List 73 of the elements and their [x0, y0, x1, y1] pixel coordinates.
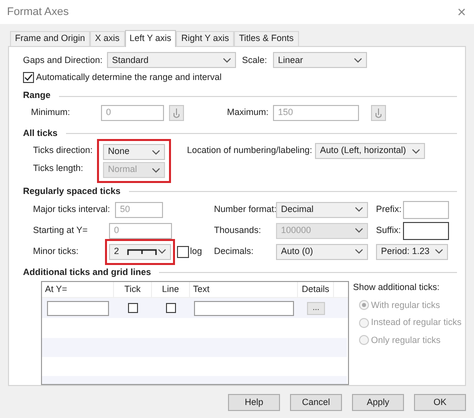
close-button[interactable]: × [457, 4, 467, 20]
checkbox-label: log [190, 244, 202, 258]
input-field[interactable] [403, 222, 450, 240]
radio-label: With regular ticks [371, 298, 440, 312]
dropdown[interactable]: Standard [107, 52, 236, 68]
tab[interactable]: Titles & Fonts [234, 31, 299, 46]
input-field[interactable] [194, 300, 294, 316]
field-label: Gaps and Direction: [23, 54, 103, 67]
field-label: Location of numbering/labeling: [187, 144, 312, 158]
field-label: Thousands: [214, 224, 262, 237]
chevron-icon [152, 168, 160, 172]
field-label: Suffix: [376, 224, 401, 237]
section-title: Regularly spaced ticks [23, 185, 121, 198]
group-label: Show additional ticks: [353, 281, 441, 294]
tab[interactable]: Frame and Origin [10, 31, 90, 46]
hook-icon [375, 108, 382, 119]
checkbox-label: Automatically determine the range and interval [36, 70, 222, 84]
input-field[interactable] [47, 300, 109, 316]
column-header: Details [298, 282, 334, 297]
window-title: Format Axes [7, 4, 69, 20]
field-label: Minimum: [31, 106, 70, 120]
chevron-icon [435, 249, 444, 254]
column-header: Tick [114, 282, 152, 297]
checkbox[interactable] [23, 72, 34, 83]
field-label: Prefix: [376, 202, 402, 216]
input-field[interactable] [403, 200, 450, 218]
chevron-icon [355, 207, 364, 212]
dropdown[interactable]: 2 [109, 244, 171, 260]
checkbox[interactable] [177, 246, 189, 258]
pick-button[interactable] [371, 105, 386, 122]
details-button[interactable]: ... [307, 302, 325, 314]
column-header: Text [190, 282, 298, 297]
dialog-button[interactable]: Help [228, 394, 280, 411]
field-label: Starting at Y= [33, 224, 88, 237]
dropdown[interactable]: Auto (Left, horizontal) [315, 143, 425, 159]
chevron-icon [412, 148, 420, 154]
section-title: All ticks [23, 126, 58, 140]
field-label: Number format: [214, 202, 277, 216]
field-label: Major ticks interval: [33, 202, 110, 216]
dropdown[interactable]: Linear [273, 52, 367, 68]
checkbox[interactable] [128, 303, 138, 313]
checkbox[interactable] [166, 303, 176, 313]
dropdown[interactable]: Decimal [276, 202, 368, 218]
tab[interactable]: X axis [90, 31, 125, 46]
dialog-button[interactable]: Apply [352, 394, 404, 411]
dropdown[interactable]: Auto (0) [276, 244, 368, 260]
tab[interactable]: Right Y axis [176, 31, 234, 46]
field-label: Maximum: [227, 106, 269, 120]
dialog-button[interactable]: Cancel [290, 394, 342, 411]
field-label: Ticks length: [33, 162, 84, 176]
chevron-icon [355, 249, 364, 254]
chevron-icon [223, 58, 231, 63]
dropdown[interactable]: None [103, 144, 165, 160]
chevron-icon [355, 228, 364, 233]
pick-button[interactable] [169, 105, 184, 122]
field-label: Scale: [242, 54, 268, 67]
chevron-icon [354, 58, 362, 63]
section-title: Range [23, 89, 51, 102]
section-title: Additional ticks and grid lines [23, 266, 152, 279]
tick-marks-icon [127, 248, 158, 254]
column-header: Line [152, 282, 190, 297]
field-label: Ticks direction: [33, 144, 93, 158]
radio-label: Instead of regular ticks [371, 316, 462, 329]
radio-label: Only regular ticks [371, 334, 441, 347]
field-label: Decimals: [214, 244, 254, 258]
dialog-button[interactable]: OK [414, 394, 466, 411]
column-header: At Y= [42, 282, 114, 297]
field-label: Minor ticks: [33, 244, 79, 258]
hook-icon [173, 108, 180, 119]
chevron-icon [152, 150, 160, 154]
chevron-icon [158, 249, 166, 254]
dropdown[interactable]: Period: 1.23 [376, 244, 448, 260]
tab[interactable]: Left Y axis [124, 30, 176, 47]
